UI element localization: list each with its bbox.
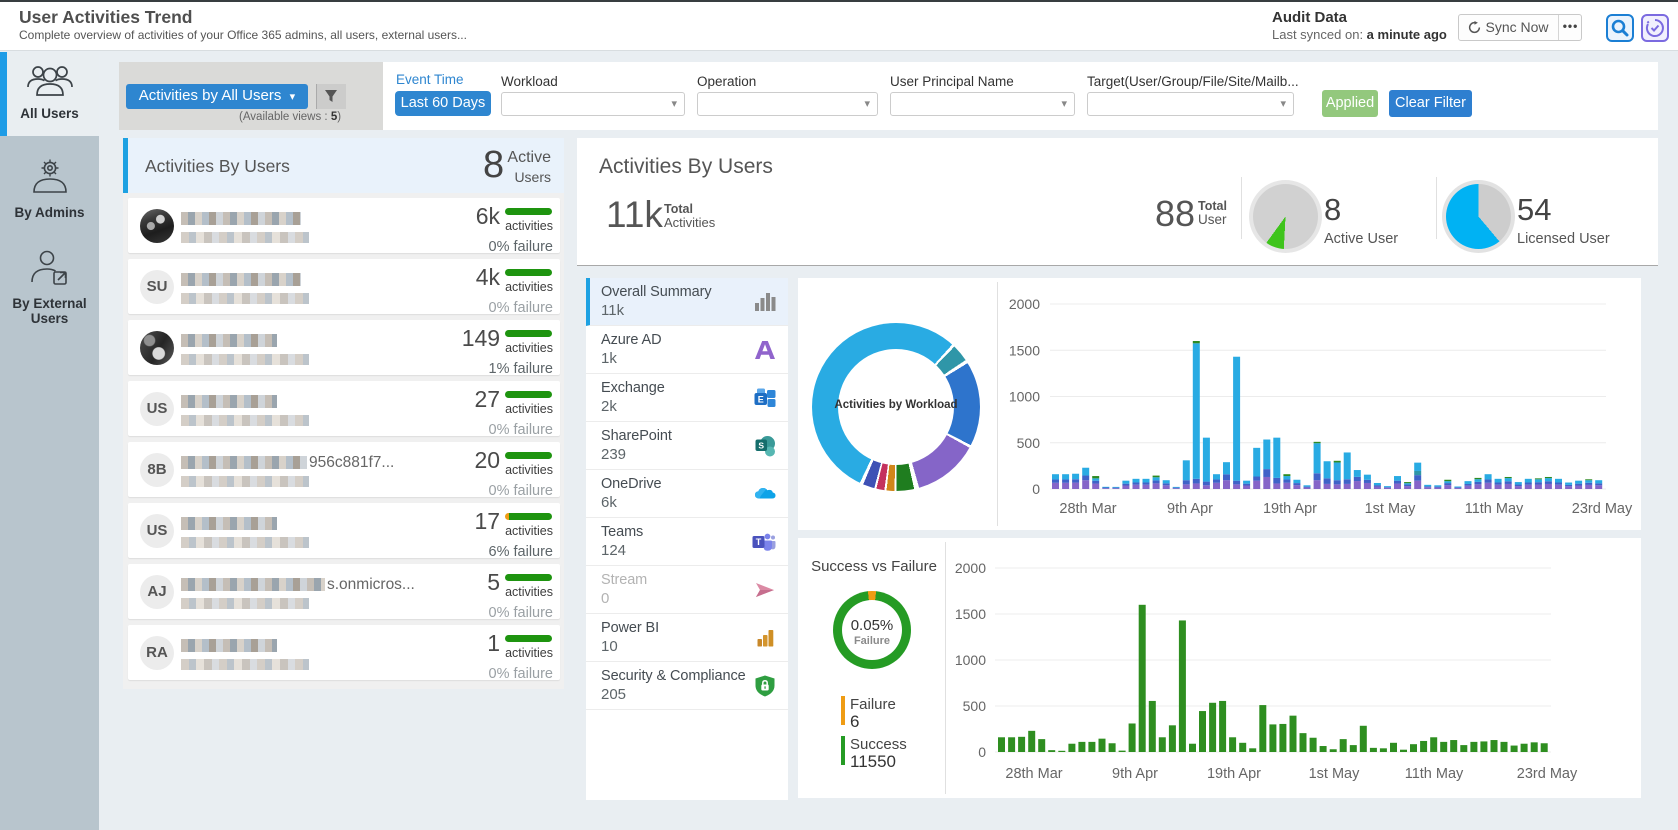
svg-text:S: S	[758, 441, 764, 451]
svg-text:0: 0	[1032, 481, 1040, 497]
svg-text:1st May: 1st May	[1309, 766, 1361, 782]
svg-text:2000: 2000	[955, 560, 986, 576]
svg-text:19th Apr: 19th Apr	[1263, 501, 1317, 517]
svg-text:23rd May: 23rd May	[1517, 766, 1578, 782]
svg-text:500: 500	[963, 698, 987, 714]
svg-text:11th May: 11th May	[1465, 501, 1524, 517]
svg-text:11th May: 11th May	[1405, 766, 1464, 782]
svg-text:0: 0	[978, 744, 986, 760]
svg-text:1000: 1000	[955, 652, 986, 668]
svg-text:500: 500	[1017, 435, 1041, 451]
svg-text:1000: 1000	[1009, 389, 1040, 405]
svg-text:1500: 1500	[955, 606, 986, 622]
svg-text:E: E	[758, 395, 764, 405]
svg-text:9th Apr: 9th Apr	[1112, 766, 1158, 782]
svg-text:T: T	[756, 537, 762, 547]
svg-text:1st May: 1st May	[1365, 501, 1417, 517]
svg-text:2000: 2000	[1009, 296, 1040, 312]
svg-text:9th Apr: 9th Apr	[1167, 501, 1213, 517]
svg-text:23rd May: 23rd May	[1572, 501, 1633, 517]
svg-text:28th Mar: 28th Mar	[1005, 766, 1062, 782]
svg-text:19th Apr: 19th Apr	[1207, 766, 1261, 782]
svg-text:1500: 1500	[1009, 342, 1040, 358]
svg-text:28th Mar: 28th Mar	[1059, 501, 1116, 517]
